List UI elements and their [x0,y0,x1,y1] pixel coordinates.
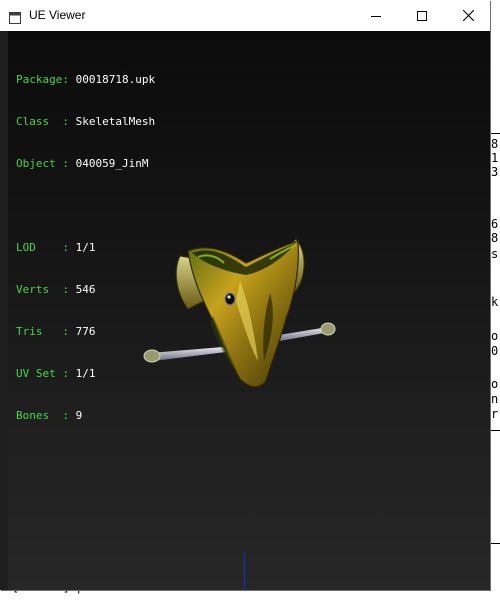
maximize-icon [417,10,427,21]
console-char: s [491,247,499,261]
console-char: r [491,407,499,421]
maximize-button[interactable] [399,0,445,31]
ue-viewer-window[interactable]: UE Viewer Package: 00018718.upk Class : … [0,0,490,590]
title-bar[interactable]: UE Viewer [0,0,490,31]
console-char: 0 [491,344,499,358]
3d-viewport[interactable]: Package: 00018718.upk Class : SkeletalMe… [8,31,490,590]
console-char: 8 [491,137,499,151]
window-title: UE Viewer [29,8,86,22]
app-window-icon [9,9,21,24]
skeletal-mesh-render [143,238,336,388]
console-separator [491,430,500,431]
console-char: n [491,392,499,406]
console-char: 8 [491,231,499,245]
close-button[interactable] [445,0,491,31]
console-char: o [491,377,499,391]
console-char: 6 [491,217,499,231]
minimize-button[interactable] [353,0,399,31]
axis-indicator-line [244,553,245,590]
close-icon [462,10,474,21]
console-char: o [491,329,499,343]
console-char: 1 [491,151,499,165]
console-separator [491,543,500,544]
console-separator [491,133,500,134]
console-char: 3 [491,165,499,179]
minimize-icon [371,15,381,17]
console-char: k [491,295,499,309]
